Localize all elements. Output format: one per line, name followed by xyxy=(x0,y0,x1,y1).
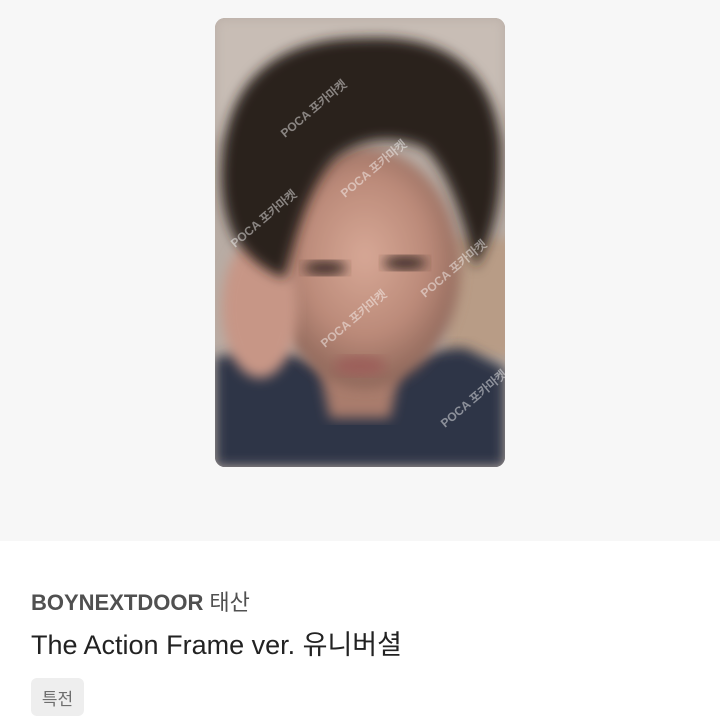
photocard-illustration: POCA 포카마켓 POCA 포카마켓 POCA 포카마켓 POCA 포카마켓 … xyxy=(215,18,505,467)
product-title: The Action Frame ver. 유니버셜 xyxy=(31,630,402,660)
product-image-area: POCA 포카마켓 POCA 포카마켓 POCA 포카마켓 POCA 포카마켓 … xyxy=(0,0,720,541)
product-info: BOYNEXTDOOR 태산 The Action Frame ver. 유니버셜… xyxy=(0,541,720,720)
member-name[interactable]: 태산 xyxy=(209,590,249,615)
artist-line: BOYNEXTDOOR 태산 xyxy=(31,585,250,617)
tag-badge: 특전 xyxy=(31,678,84,716)
photocard-image[interactable]: POCA 포카마켓 POCA 포카마켓 POCA 포카마켓 POCA 포카마켓 … xyxy=(215,18,505,467)
artist-name[interactable]: BOYNEXTDOOR xyxy=(31,590,203,615)
